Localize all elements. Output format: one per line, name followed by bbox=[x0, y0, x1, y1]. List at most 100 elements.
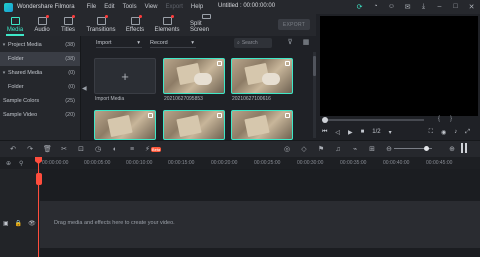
expand-icon[interactable]: ⤢ bbox=[465, 129, 470, 136]
chevron-down-icon[interactable]: ▾ bbox=[389, 129, 392, 136]
tab-media-label: Media bbox=[6, 27, 24, 33]
grid-view-icon[interactable]: ▦ bbox=[302, 39, 310, 47]
snap-icon[interactable]: ⊞ bbox=[368, 145, 376, 153]
audio-mix-icon[interactable]: ≡ bbox=[128, 146, 136, 153]
menu-export[interactable]: Export bbox=[166, 4, 183, 10]
tab-split-screen[interactable]: Split Screen bbox=[190, 14, 222, 36]
minimize-icon[interactable]: – bbox=[435, 2, 444, 11]
mic-icon[interactable]: ⌁ bbox=[351, 145, 359, 153]
library-item-sample-video[interactable]: Sample Video (20) bbox=[0, 108, 80, 122]
checkbox-icon[interactable] bbox=[148, 113, 153, 118]
chevron-down-icon: ▾ bbox=[2, 70, 6, 76]
link-icon[interactable]: ⚲ bbox=[19, 160, 23, 167]
browser-scrollbar[interactable] bbox=[313, 52, 316, 138]
tab-elements[interactable]: Elements bbox=[154, 14, 180, 36]
maximize-icon[interactable]: □ bbox=[451, 2, 460, 11]
sync-icon[interactable]: ⟳ bbox=[355, 2, 364, 11]
zoom-in-icon[interactable]: ⊕ bbox=[448, 145, 456, 153]
tab-titles-label: Titles bbox=[60, 27, 76, 33]
preview-controls: ⏮ ◁ ▶ ■ 1/2 ▾ ⛶ ◉ ♪ ⤢ bbox=[322, 126, 478, 138]
filter-icon[interactable]: ⊽ bbox=[286, 39, 294, 47]
ruler-tick-label: 00:00:05:00 bbox=[84, 160, 111, 166]
search-input[interactable]: ⌕ Search bbox=[234, 38, 272, 48]
mark-out-icon[interactable]: } bbox=[450, 116, 452, 122]
tab-media[interactable]: Media bbox=[4, 14, 26, 36]
menu-edit[interactable]: Edit bbox=[104, 4, 114, 10]
media-clip-thumbnail[interactable] bbox=[231, 58, 293, 94]
close-icon[interactable]: ✕ bbox=[467, 2, 476, 11]
scrollbar-thumb[interactable] bbox=[313, 56, 316, 76]
speed-icon[interactable]: ◷ bbox=[94, 145, 102, 153]
eye-icon[interactable]: 👁 bbox=[28, 220, 36, 227]
stop-icon[interactable]: ■ bbox=[361, 129, 365, 135]
menu-view[interactable]: View bbox=[145, 4, 158, 10]
new-dot-icon bbox=[71, 15, 75, 18]
play-icon[interactable]: ▶ bbox=[348, 129, 353, 136]
redo-icon[interactable]: ↷ bbox=[26, 145, 34, 153]
library-item-sample-colors[interactable]: Sample Colors (25) bbox=[0, 94, 80, 108]
media-clip-thumbnail[interactable] bbox=[163, 58, 225, 94]
previous-frame-icon[interactable]: ⏮ bbox=[322, 129, 327, 136]
library-item-shared-media[interactable]: ▾ Shared Media (0) bbox=[0, 66, 80, 80]
render-icon[interactable]: ◎ bbox=[283, 145, 291, 153]
zoom-slider-knob[interactable] bbox=[424, 146, 429, 151]
ai-tool-icon[interactable]: ⚡ Beta bbox=[145, 145, 162, 153]
preview-screen bbox=[320, 16, 478, 116]
timeline-collapse-icon[interactable] bbox=[461, 143, 467, 153]
tab-split-screen-label: Split Screen bbox=[190, 21, 210, 33]
crop-icon[interactable]: ⊡ bbox=[77, 145, 85, 153]
menu-help[interactable]: Help bbox=[191, 4, 203, 10]
zoom-out-icon[interactable]: ⊖ bbox=[385, 145, 393, 153]
collapse-panel-icon[interactable]: ◀ bbox=[82, 85, 87, 92]
mark-in-icon[interactable]: { bbox=[438, 116, 440, 122]
lock-icon[interactable]: 🔒 bbox=[15, 220, 22, 227]
record-dropdown[interactable]: Record ▾ bbox=[150, 39, 196, 48]
cut-icon[interactable]: ✂ bbox=[60, 145, 68, 153]
menu-file[interactable]: File bbox=[87, 4, 97, 10]
tab-transitions[interactable]: Transitions bbox=[86, 14, 116, 36]
voiceover-icon[interactable]: ♫ bbox=[334, 146, 342, 153]
export-button[interactable]: EXPORT bbox=[278, 19, 310, 30]
delete-icon[interactable]: 🗑 bbox=[43, 145, 52, 153]
menu-tools[interactable]: Tools bbox=[123, 4, 137, 10]
media-clip-thumbnail[interactable] bbox=[231, 110, 293, 140]
mail-icon[interactable]: ✉ bbox=[403, 2, 412, 11]
tab-titles[interactable]: Titles bbox=[58, 14, 78, 36]
speed-selector[interactable]: 1/2 bbox=[372, 129, 380, 135]
checkbox-icon[interactable] bbox=[285, 113, 290, 118]
fullscreen-icon[interactable]: ⛶ bbox=[429, 129, 433, 136]
import-media-tile[interactable]: + bbox=[94, 58, 156, 94]
new-dot-icon bbox=[170, 15, 174, 18]
clip-frame-hand bbox=[194, 73, 212, 85]
library-item-project-media[interactable]: ▾ Project Media (38) bbox=[0, 38, 80, 52]
color-icon[interactable]: ◐ bbox=[111, 146, 119, 153]
ruler-tools: ⊕ ⚲ bbox=[0, 157, 38, 169]
preview-progress-bar[interactable] bbox=[324, 119, 424, 121]
mark-icon[interactable]: ◇ bbox=[300, 145, 308, 153]
undo-icon[interactable]: ↶ bbox=[9, 145, 17, 153]
volume-icon[interactable]: ♪ bbox=[454, 129, 457, 135]
library-item-folder[interactable]: Folder (38) bbox=[0, 52, 80, 66]
checkbox-icon[interactable] bbox=[285, 61, 290, 66]
preview-playhead-knob[interactable] bbox=[322, 117, 328, 123]
download-icon[interactable]: ⤓ bbox=[419, 2, 428, 11]
elements-icon bbox=[162, 15, 174, 25]
notification-icon[interactable]: ◔ bbox=[371, 2, 380, 11]
add-track-icon[interactable]: ⊕ bbox=[6, 160, 11, 167]
tab-effects[interactable]: Effects bbox=[124, 14, 146, 36]
media-icon bbox=[10, 17, 20, 25]
media-clip-thumbnail[interactable] bbox=[94, 110, 156, 140]
checkbox-icon[interactable] bbox=[217, 113, 222, 118]
checkbox-icon[interactable] bbox=[217, 61, 222, 66]
tab-audio[interactable]: Audio bbox=[32, 14, 52, 36]
account-icon[interactable]: ☺ bbox=[387, 2, 396, 11]
play-reverse-icon[interactable]: ◁ bbox=[335, 129, 340, 136]
transitions-icon bbox=[96, 15, 108, 25]
media-clip-thumbnail[interactable] bbox=[163, 110, 225, 140]
library-item-label: Sample Video bbox=[3, 112, 38, 118]
marker-icon[interactable]: ⚑ bbox=[317, 145, 325, 153]
playhead-split-marker[interactable] bbox=[36, 173, 42, 185]
snapshot-icon[interactable]: ◉ bbox=[441, 129, 446, 136]
library-item-shared-folder[interactable]: Folder (0) bbox=[0, 80, 80, 94]
import-dropdown[interactable]: Import ▾ bbox=[96, 39, 142, 48]
